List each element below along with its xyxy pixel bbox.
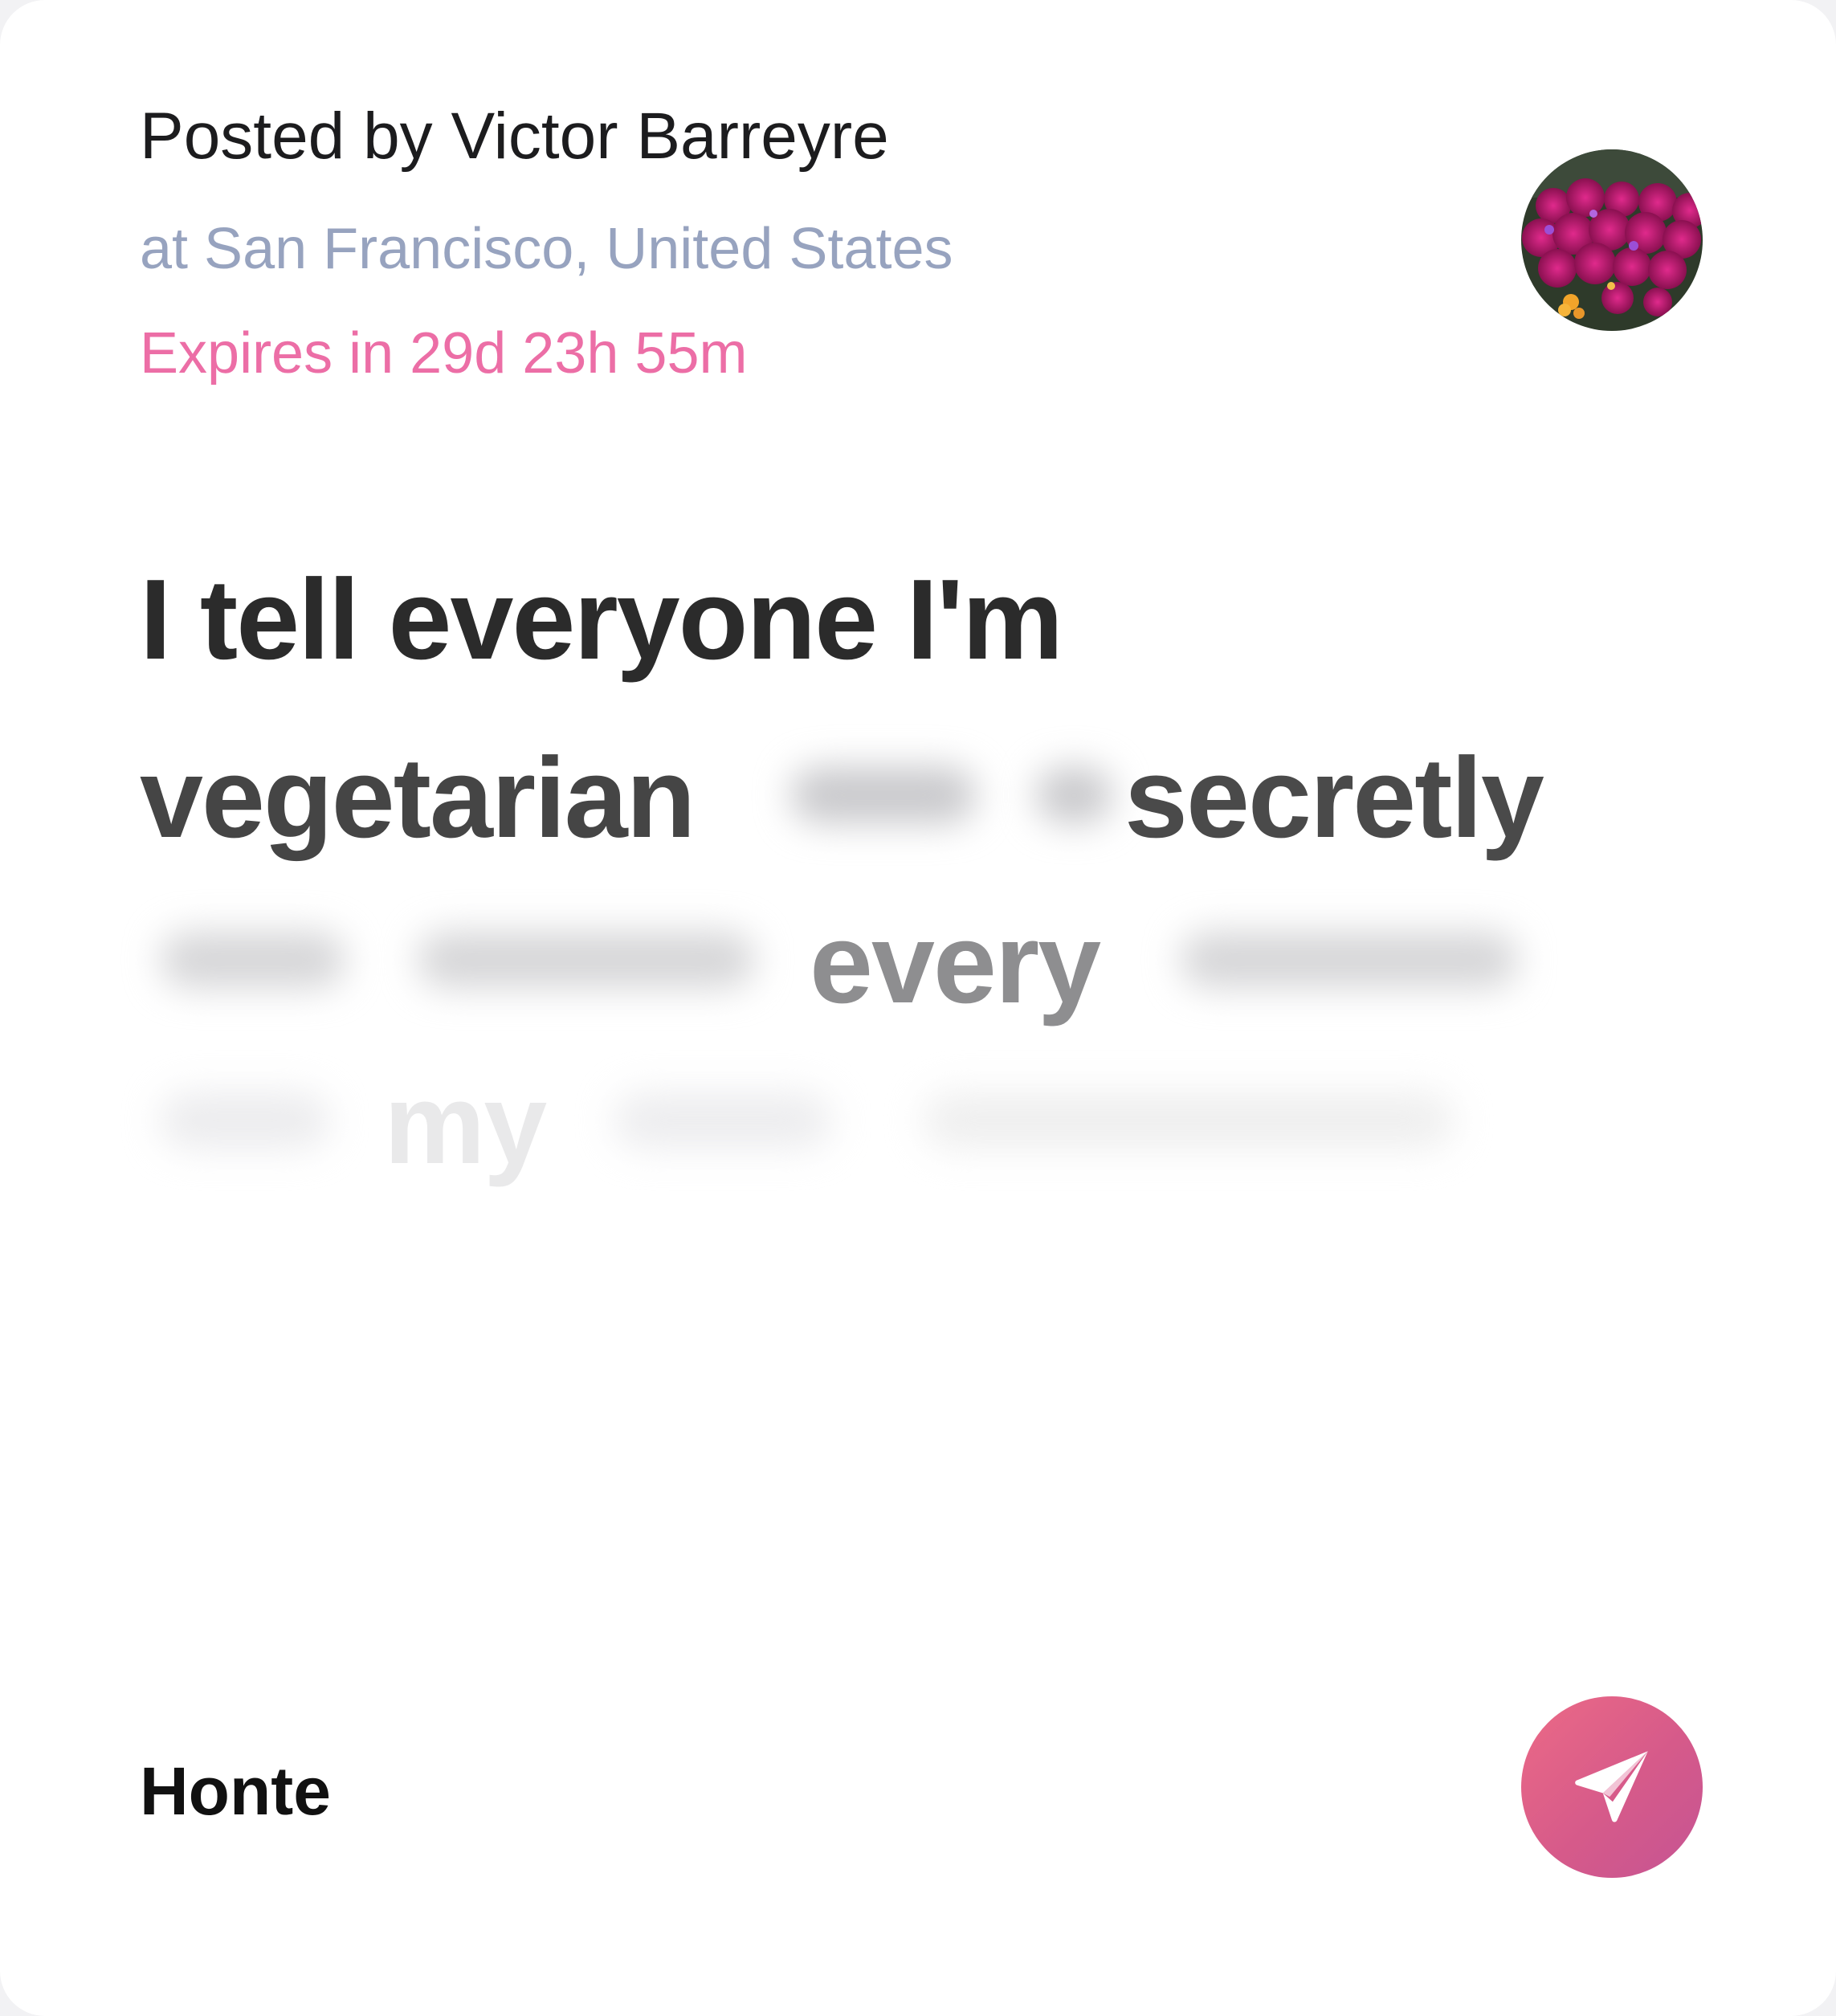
blurred-word	[1036, 767, 1112, 823]
message-word-vegetarian: vegetarian	[140, 734, 696, 862]
blurred-word	[161, 932, 345, 988]
blurred-word	[614, 1092, 831, 1149]
post-card: Posted by Victor Barreyre at San Francis…	[0, 0, 1836, 2016]
send-button[interactable]	[1521, 1696, 1703, 1878]
blurred-word	[161, 1092, 329, 1149]
blurred-word	[924, 1092, 1454, 1149]
blurred-word	[1181, 932, 1518, 988]
message-word-secretly: secretly	[1124, 734, 1544, 862]
blurred-word	[418, 932, 755, 988]
message-body: I tell everyone I'm vegetarian secretly …	[0, 0, 1836, 1285]
message-line-1: I tell everyone I'm	[140, 556, 1063, 684]
category-label: Honte	[140, 1753, 331, 1829]
message-word-every: every	[810, 900, 1101, 1027]
paper-plane-icon	[1575, 1751, 1648, 1822]
message-word-my: my	[384, 1060, 547, 1188]
blurred-word	[791, 767, 976, 823]
